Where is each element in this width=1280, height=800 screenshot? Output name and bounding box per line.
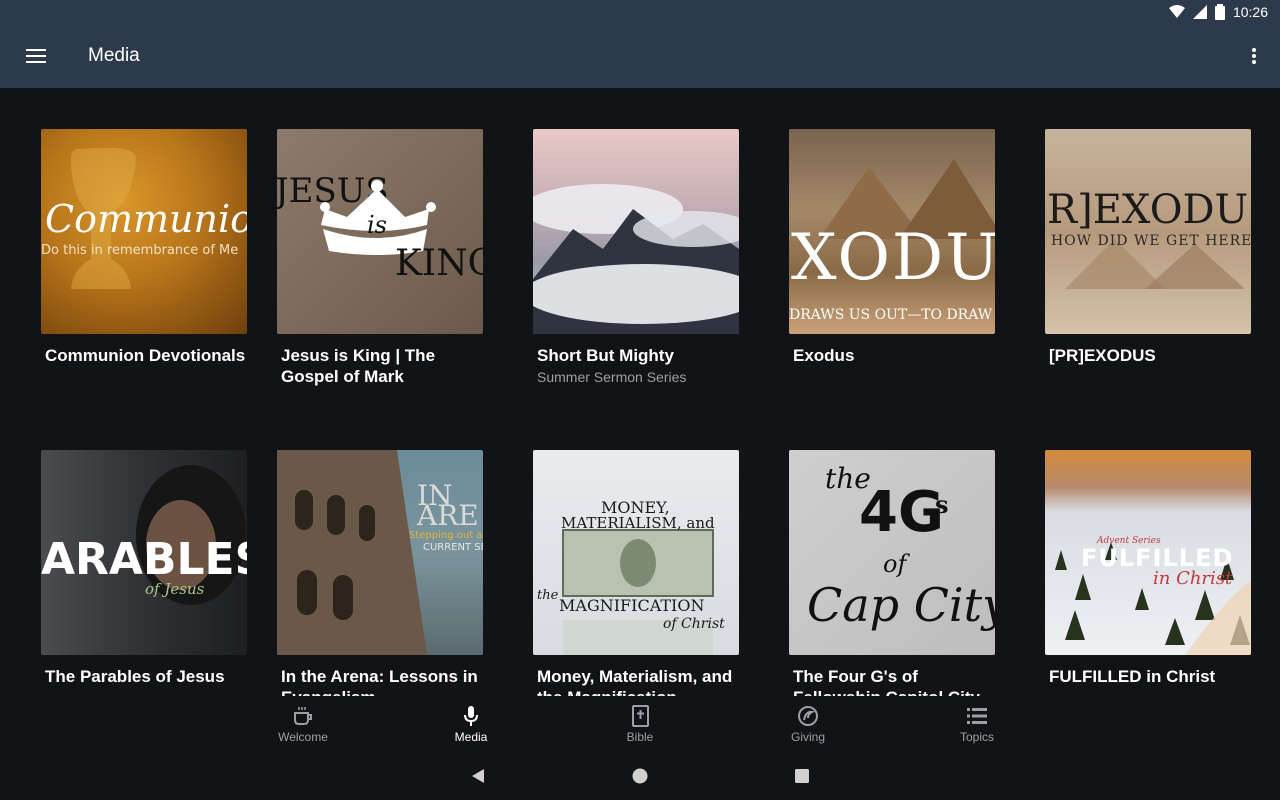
media-thumbnail: Advent Series FULFILLED in Christ — [1045, 450, 1251, 655]
media-title: [PR]EXODUS — [1049, 346, 1156, 365]
status-time: 10:26 — [1232, 4, 1268, 20]
media-thumbnail: XODU DRAWS US OUT—TO DRAW — [789, 129, 995, 334]
media-grid: Communion Do this in remembrance of Me C… — [0, 88, 1280, 696]
media-card-parables[interactable]: ARABLES of Jesus The Parables of Jesus — [41, 450, 247, 687]
thumbnail-text: XODU — [791, 221, 995, 295]
home-button[interactable] — [628, 766, 652, 786]
media-subtitle: Summer Sermon Series — [537, 369, 687, 385]
app-bar: Media — [0, 24, 1280, 88]
media-thumbnail: JESUS is KING — [277, 129, 483, 334]
media-title: In the Arena: Lessons in Evangelism — [281, 667, 478, 696]
media-thumbnail: R]EXODU HOW DID WE GET HERE — [1045, 129, 1251, 334]
thumbnail-text: R]EXODU — [1047, 187, 1249, 233]
media-thumbnail: ARABLES of Jesus — [41, 450, 247, 655]
thumbnail-text: IN ARE — [417, 479, 479, 532]
media-card-preexodus[interactable]: R]EXODU HOW DID WE GET HERE [PR]EXODUS — [1045, 129, 1251, 366]
thumbnail-text: MATERIALISM, and — [561, 514, 715, 532]
media-card-jesus-is-king[interactable]: JESUS is KING Jesus is King | The Gospel… — [277, 129, 483, 387]
media-card-communion[interactable]: Communion Do this in remembrance of Me C… — [41, 129, 247, 366]
media-title: Jesus is King | The Gospel of Mark — [281, 346, 436, 386]
thumbnail-text: in Christ — [1153, 568, 1233, 589]
thumbnail-text: Communion — [45, 197, 247, 241]
media-thumbnail: Communion Do this in remembrance of Me — [41, 129, 247, 334]
media-thumbnail: IN ARE Stepping out and CURRENT SE — [277, 450, 483, 655]
battery-icon — [1214, 4, 1225, 20]
thumbnail-text: is — [367, 211, 387, 239]
thumbnail-text: KING — [395, 243, 483, 284]
thumbnail-text: Do this in remembrance of Me — [41, 243, 239, 258]
thumbnail-text: Stepping out and — [409, 530, 483, 541]
thumbnail-text: 4G — [859, 480, 944, 545]
media-card-fulfilled[interactable]: Advent Series FULFILLED in Christ FULFIL… — [1045, 450, 1251, 687]
bible-icon — [632, 705, 649, 727]
thumbnail-text: of Christ — [663, 616, 725, 632]
nav-tab-welcome[interactable]: Welcome — [243, 696, 363, 752]
thumbnail-text: ARABLES — [41, 534, 247, 585]
home-circle-icon — [632, 768, 648, 784]
recents-button[interactable] — [790, 766, 814, 786]
giving-icon — [798, 706, 818, 726]
media-title: The Parables of Jesus — [45, 667, 225, 686]
overflow-menu-button[interactable] — [1242, 36, 1266, 76]
nav-tab-topics[interactable]: Topics — [917, 696, 1037, 752]
thumbnail-text: of — [883, 550, 907, 578]
nav-tab-giving[interactable]: Giving — [748, 696, 868, 752]
media-card-exodus[interactable]: XODU DRAWS US OUT—TO DRAW Exodus — [789, 129, 995, 366]
status-bar: 10:26 — [0, 0, 1280, 24]
thumbnail-text: MAGNIFICATION — [559, 596, 705, 615]
media-card-money-materialism[interactable]: MONEY, MATERIALISM, and the MAGNIFICATIO… — [533, 450, 739, 696]
recents-square-icon — [795, 769, 809, 783]
media-thumbnail: MONEY, MATERIALISM, and the MAGNIFICATIO… — [533, 450, 739, 655]
back-triangle-icon — [472, 769, 484, 783]
media-card-in-the-arena[interactable]: IN ARE Stepping out and CURRENT SE In th… — [277, 450, 483, 696]
nav-label: Bible — [626, 730, 654, 744]
thumbnail-text: HOW DID WE GET HERE — [1051, 233, 1251, 249]
media-title: The Four G's of Fellowship Capitol City — [793, 667, 980, 696]
menu-button[interactable] — [14, 36, 58, 76]
more-vertical-icon — [1252, 48, 1256, 64]
wifi-icon — [1168, 5, 1185, 18]
media-title: Money, Materialism, and the Magnificatio… — [537, 667, 733, 696]
thumbnail-text: CURRENT SE — [423, 542, 483, 553]
system-navigation-bar — [0, 752, 1280, 800]
page-title: Media — [88, 45, 140, 66]
nav-label: Welcome — [278, 730, 328, 744]
thumbnail-text: of Jesus — [145, 580, 205, 598]
nav-label: Media — [454, 730, 488, 744]
nav-tab-bible[interactable]: Bible — [580, 696, 700, 752]
thumbnail-text: s — [935, 490, 949, 519]
media-title: Communion Devotionals — [45, 346, 246, 365]
microphone-icon — [464, 706, 478, 726]
media-screen: 10:26 Media Communion Do this in remembr… — [0, 0, 1280, 800]
mountain-clouds-image — [533, 184, 739, 334]
media-title: Short But Mighty — [537, 346, 674, 365]
coffee-cup-icon — [294, 707, 312, 725]
list-icon — [967, 708, 987, 724]
media-thumbnail — [533, 129, 739, 334]
nav-label: Giving — [790, 730, 825, 744]
thumbnail-text: the — [537, 588, 559, 603]
thumbnail-text: Cap City — [807, 578, 995, 632]
media-thumbnail: the 4G s of Cap City — [789, 450, 995, 655]
media-card-short-but-mighty[interactable]: Short But Mighty Summer Sermon Series — [533, 129, 739, 386]
nav-tab-media[interactable]: Media — [411, 696, 531, 752]
nav-label: Topics — [959, 730, 994, 744]
media-card-four-gs[interactable]: the 4G s of Cap City The Four G's of Fel… — [789, 450, 995, 696]
thumbnail-text: DRAWS US OUT—TO DRAW — [789, 307, 993, 323]
hamburger-menu-icon — [26, 49, 46, 63]
status-icons: 10:26 — [1168, 4, 1268, 20]
back-button[interactable] — [466, 766, 490, 786]
media-title: Exodus — [793, 346, 855, 365]
bottom-navigation: Welcome Media Bible Giving Topics — [0, 696, 1280, 752]
signal-icon — [1192, 5, 1207, 19]
media-title: FULFILLED in Christ — [1049, 667, 1216, 686]
